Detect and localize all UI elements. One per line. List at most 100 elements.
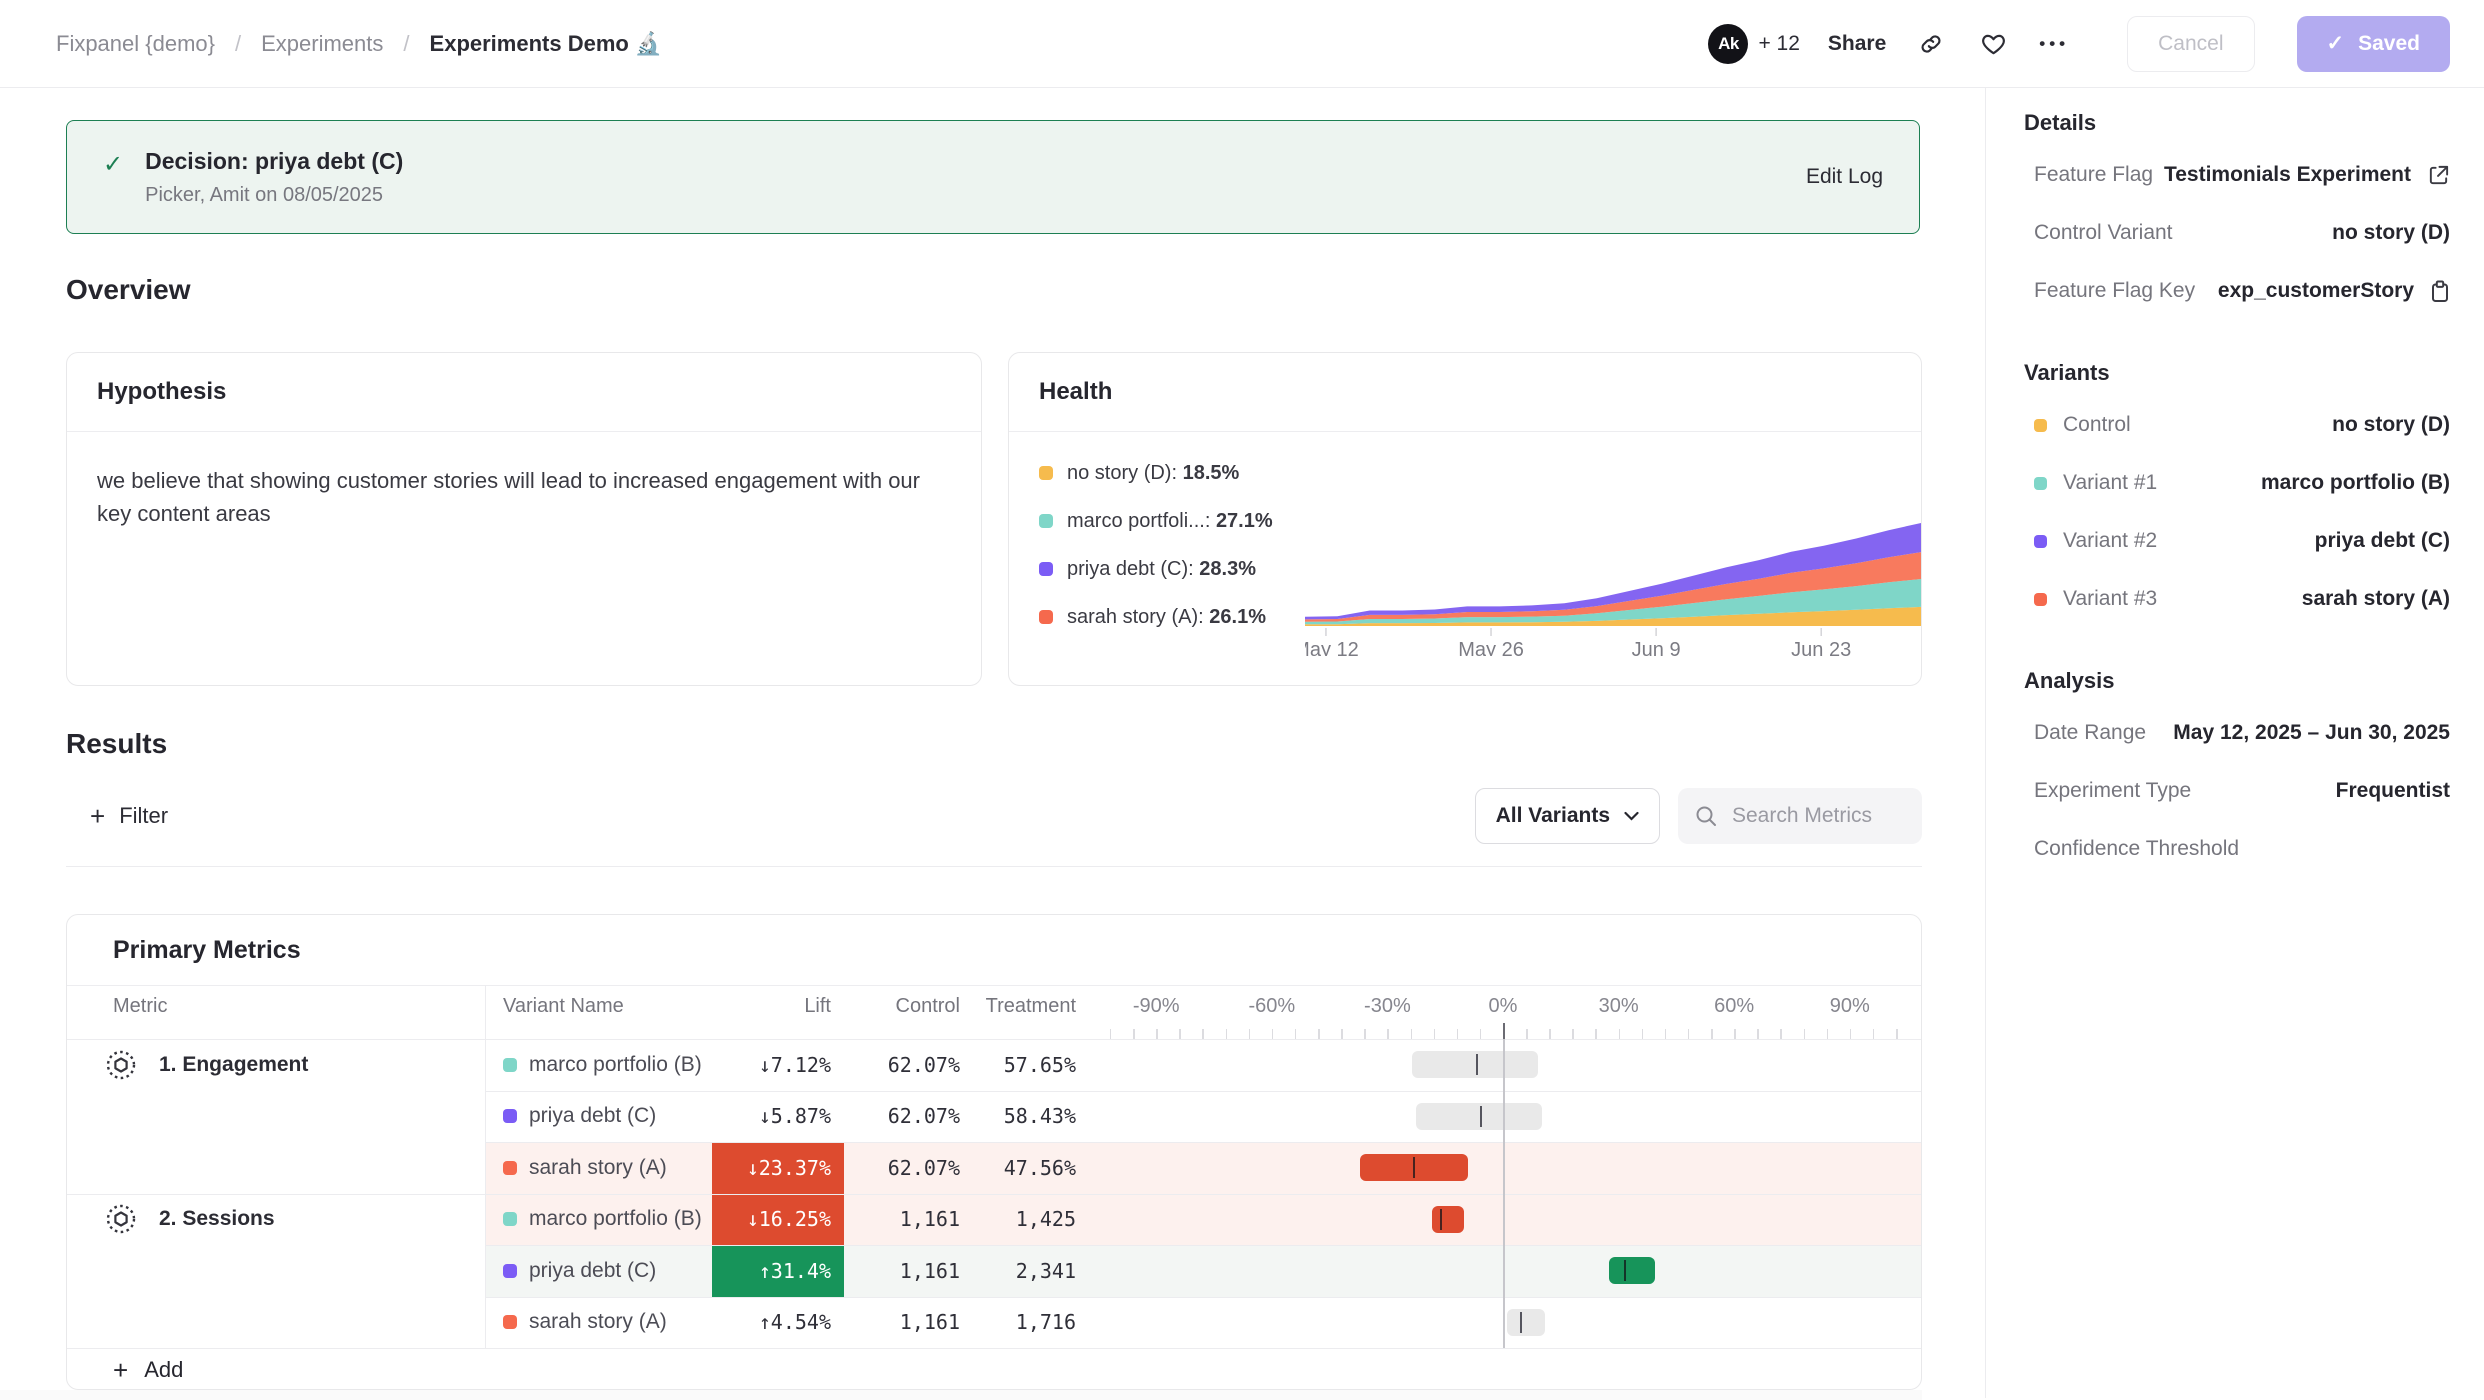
decision-title: Decision: priya debt (C): [145, 148, 403, 175]
health-legend: no story (D): 18.5%marco portfoli...: 27…: [1039, 449, 1273, 641]
axis-label: -60%: [1248, 985, 1295, 1027]
more-options-icon[interactable]: •••: [2039, 34, 2069, 54]
details-sidebar: Details Feature FlagTestimonials Experim…: [1985, 88, 2484, 1398]
sidebar-row: Variant #2priya debt (C): [2024, 512, 2450, 570]
share-button[interactable]: Share: [1828, 32, 1886, 56]
favorite-heart-icon[interactable]: [1976, 27, 2011, 61]
ruler-tick: [1642, 1029, 1644, 1039]
metric-target-icon: [105, 1203, 137, 1235]
ruler-tick: [1226, 1029, 1228, 1039]
top-bar: Fixpanel {demo} / Experiments / Experime…: [0, 0, 2484, 88]
variant-swatch: [2034, 419, 2047, 432]
ruler-tick: [1896, 1029, 1898, 1039]
hypothesis-text: we believe that showing customer stories…: [67, 432, 981, 562]
ci-bar: [1507, 1309, 1546, 1336]
copy-link-icon[interactable]: [1914, 27, 1948, 61]
axis-label: 0%: [1489, 985, 1518, 1027]
treatment-value: 58.43%: [947, 1091, 1076, 1143]
search-icon: [1694, 804, 1718, 828]
ci-midpoint: [1624, 1260, 1626, 1281]
ruler-tick: [1503, 1023, 1505, 1039]
variants-filter-dropdown[interactable]: All Variants: [1475, 788, 1660, 844]
sidebar-row-label: Feature Flag Key: [2024, 279, 2195, 303]
ruler-tick: [1387, 1029, 1389, 1039]
legend-swatch: [1039, 514, 1053, 528]
sidebar-row-label: Date Range: [2024, 721, 2146, 745]
ruler-tick: [1757, 1029, 1759, 1039]
saved-label: Saved: [2358, 32, 2420, 56]
breadcrumb-separator: /: [403, 31, 409, 57]
axis-label: -30%: [1364, 985, 1411, 1027]
variants-heading: Variants: [2024, 360, 2450, 386]
details-section: Details Feature FlagTestimonials Experim…: [2024, 110, 2450, 320]
ruler-tick: [1202, 1029, 1204, 1039]
variant-swatch: [503, 1109, 517, 1123]
sidebar-row: Controlno story (D): [2024, 396, 2450, 454]
details-heading: Details: [2024, 110, 2450, 136]
control-value: 1,161: [857, 1297, 960, 1349]
add-filter-button[interactable]: + Filter: [66, 803, 168, 829]
col-header-metric: Metric: [113, 985, 167, 1027]
breadcrumb-root[interactable]: Fixpanel {demo}: [56, 31, 215, 57]
main-content: ✓ Decision: priya debt (C) Picker, Amit …: [0, 88, 1985, 1398]
lift-value: ↓7.12%: [667, 1039, 831, 1091]
hypothesis-card: Hypothesis we believe that showing custo…: [66, 352, 982, 686]
sidebar-row: Variant #3sarah story (A): [2024, 570, 2450, 628]
breadcrumb-section[interactable]: Experiments: [261, 31, 383, 57]
ci-midpoint: [1480, 1106, 1482, 1127]
analysis-section: Analysis Date RangeMay 12, 2025 – Jun 30…: [2024, 668, 2450, 878]
ruler-tick: [1249, 1029, 1251, 1039]
ruler-tick: [1526, 1029, 1528, 1039]
variant-name: sarah story (A): [529, 1297, 667, 1349]
axis-label: May 26: [1458, 639, 1524, 656]
collaborator-count[interactable]: + 12: [1758, 32, 1799, 56]
sidebar-row-value: sarah story (A): [2302, 587, 2450, 611]
legend-label: sarah story (A): 26.1%: [1067, 606, 1266, 629]
decision-banner: ✓ Decision: priya debt (C) Picker, Amit …: [66, 120, 1920, 234]
divider: [67, 1194, 1921, 1195]
col-header-lift: Lift: [667, 985, 831, 1027]
breadcrumb: Fixpanel {demo} / Experiments / Experime…: [56, 31, 662, 57]
ruler-tick: [1341, 1029, 1343, 1039]
search-input[interactable]: [1730, 803, 1904, 829]
metric-cell[interactable]: 2. Sessions: [105, 1194, 275, 1246]
legend-item: priya debt (C): 28.3%: [1039, 545, 1273, 593]
ruler-tick: [1595, 1029, 1597, 1039]
metric-cell[interactable]: 1. Engagement: [105, 1039, 308, 1091]
ruler-tick: [1411, 1029, 1413, 1039]
ci-midpoint: [1413, 1157, 1415, 1178]
sidebar-row-value: marco portfolio (B): [2261, 471, 2450, 495]
metric-target-icon: [105, 1049, 137, 1081]
avatar[interactable]: Ak: [1708, 24, 1748, 64]
ruler-tick: [1156, 1029, 1158, 1039]
sidebar-row-value: Frequentist: [2336, 779, 2450, 803]
ci-bar: [1416, 1103, 1541, 1130]
legend-swatch: [1039, 610, 1053, 624]
ruler-tick: [1873, 1029, 1875, 1039]
lift-value: ↓5.87%: [667, 1091, 831, 1143]
saved-button[interactable]: ✓ Saved: [2297, 16, 2450, 72]
metric-label: 2. Sessions: [159, 1207, 275, 1231]
ruler-tick: [1272, 1029, 1274, 1039]
clipboard-icon[interactable]: [2430, 280, 2450, 303]
control-value: 62.07%: [857, 1039, 960, 1091]
health-card: Health no story (D): 18.5%marco portfoli…: [1008, 352, 1922, 686]
axis-label: -90%: [1133, 985, 1180, 1027]
external-link-icon[interactable]: [2427, 164, 2450, 187]
add-metric-button[interactable]: + Add: [67, 1348, 1921, 1390]
axis-label: May 12: [1305, 639, 1359, 656]
analysis-heading: Analysis: [2024, 668, 2450, 694]
ruler-tick: [1804, 1029, 1806, 1039]
page-bottom-strip: [0, 1390, 1922, 1400]
check-icon: ✓: [2327, 31, 2345, 56]
treatment-value: 1,425: [947, 1194, 1076, 1246]
edit-log-button[interactable]: Edit Log: [1806, 165, 1883, 189]
sidebar-row: Experiment TypeFrequentist: [2024, 762, 2450, 820]
results-heading: Results: [66, 728, 167, 760]
health-title: Health: [1009, 353, 1921, 432]
sidebar-row-label: Feature Flag: [2024, 163, 2153, 187]
cancel-button[interactable]: Cancel: [2127, 16, 2254, 72]
primary-metrics-card: Primary Metrics Metric Variant Name Lift…: [66, 914, 1922, 1390]
variant-swatch: [503, 1058, 517, 1072]
ruler-tick: [1711, 1029, 1713, 1039]
